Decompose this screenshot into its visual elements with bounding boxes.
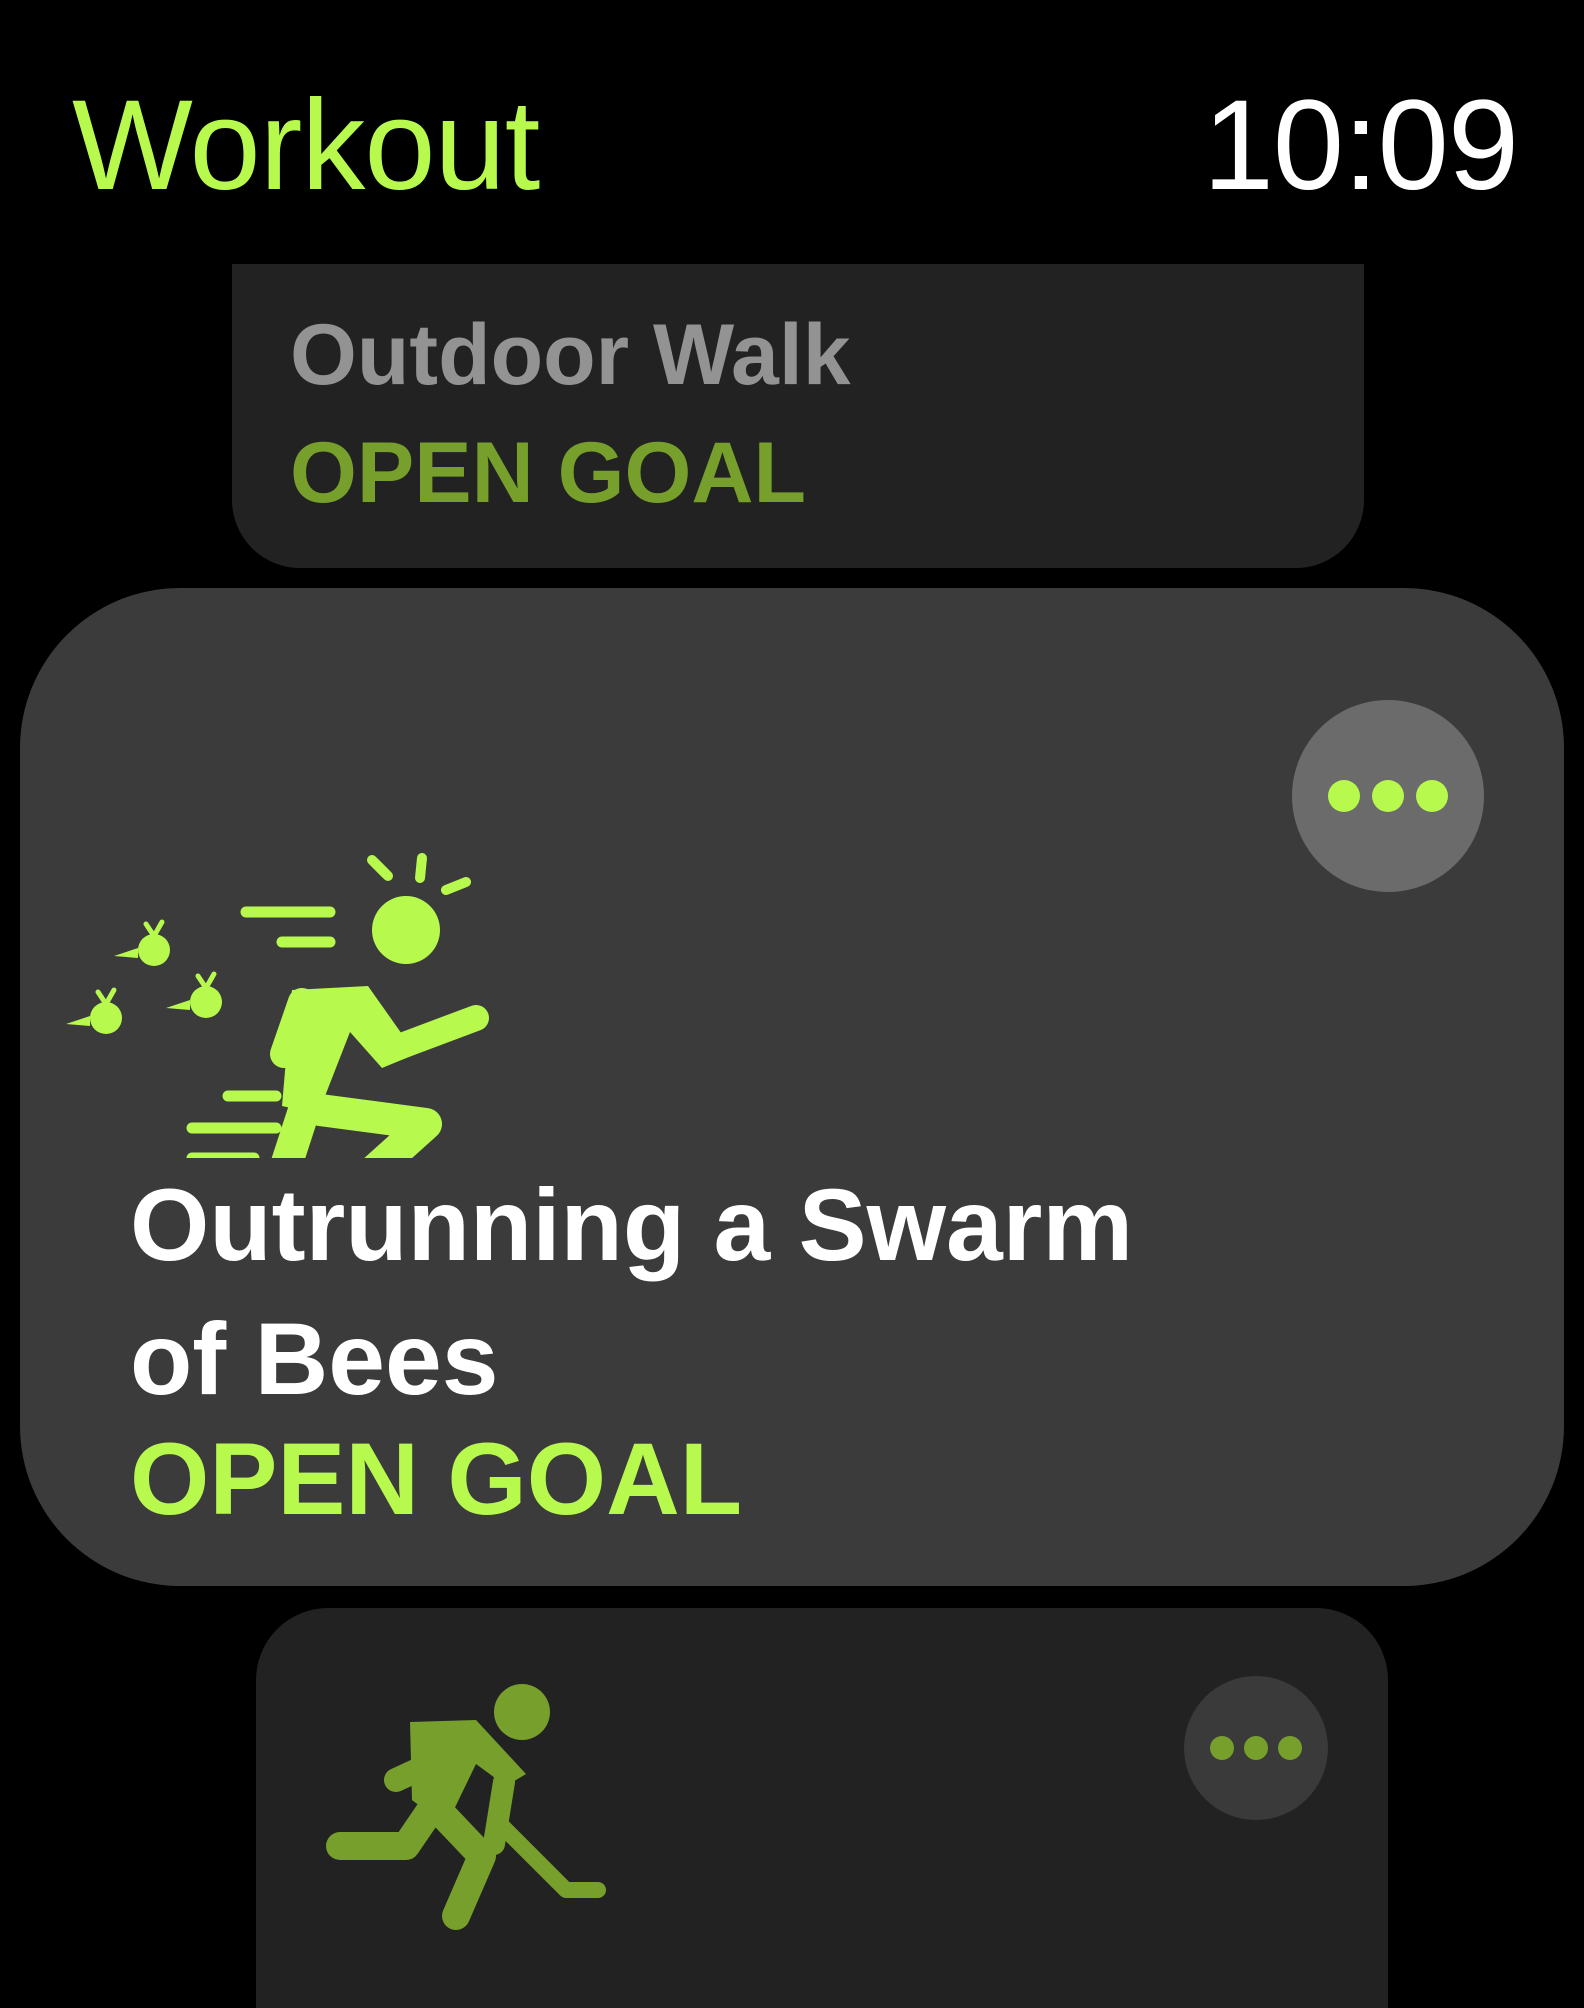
more-options-button[interactable] bbox=[1292, 700, 1484, 892]
workout-name: Outrunning a Swarm of Bees bbox=[130, 1168, 1134, 1416]
workout-card-outrunning-bees[interactable]: Outrunning a Swarm of Bees OPEN GOAL bbox=[20, 588, 1564, 1586]
workout-name: Outdoor Walk bbox=[290, 307, 851, 403]
workout-goal: OPEN GOAL bbox=[130, 1422, 743, 1536]
app-title: Workout bbox=[72, 74, 540, 217]
running-from-bees-icon bbox=[50, 718, 510, 1266]
ellipsis-icon bbox=[1328, 780, 1448, 812]
hockey-player-icon bbox=[326, 1676, 626, 1946]
clock-time: 10:09 bbox=[1202, 74, 1519, 217]
workout-card-outdoor-walk[interactable]: Outdoor Walk OPEN GOAL bbox=[232, 264, 1364, 568]
more-options-button[interactable] bbox=[1184, 1676, 1328, 1820]
ellipsis-icon bbox=[1210, 1736, 1302, 1760]
workout-card-hockey[interactable] bbox=[256, 1608, 1388, 2008]
workout-goal: OPEN GOAL bbox=[290, 425, 807, 521]
